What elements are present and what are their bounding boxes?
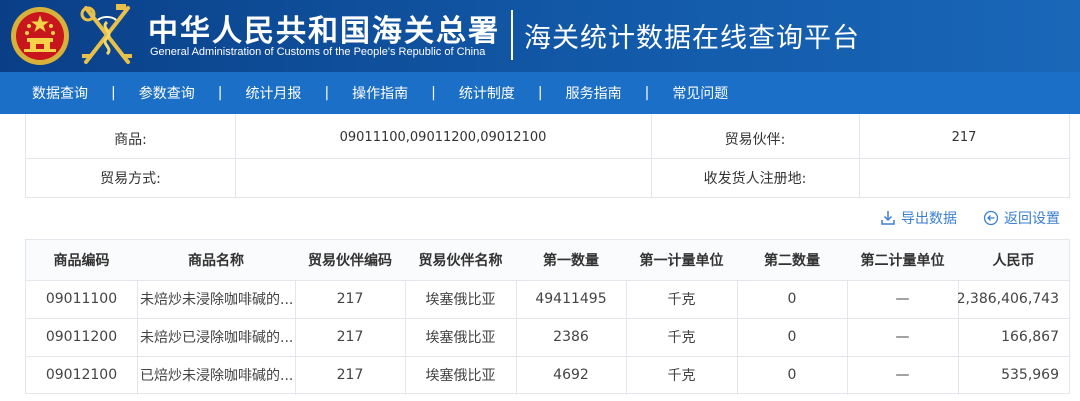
back-arrow-circle-icon <box>983 210 999 226</box>
cell-partner-code: 217 <box>336 291 364 307</box>
cell-partner-code: 217 <box>336 367 364 383</box>
cell-first-quantity: 2386 <box>553 329 589 345</box>
column-header-first-unit[interactable]: 第一计量单位 <box>626 240 737 280</box>
nav-separator: | <box>644 85 650 101</box>
cell-first-quantity: 4692 <box>553 367 589 383</box>
cell-rmb: 535,969 <box>1001 367 1059 383</box>
cell-commodity-code: 09012100 <box>45 367 118 383</box>
cell-second-quantity: 0 <box>787 367 797 383</box>
cell-rmb: 166,867 <box>1001 329 1059 345</box>
nav-separator: | <box>537 85 543 101</box>
nav-item-monthly-report[interactable]: 统计月报 <box>245 83 301 103</box>
platform-title: 海关统计数据在线查询平台 <box>524 23 860 54</box>
partner-value: 217 <box>951 129 977 145</box>
cell-commodity-name: 未焙炒已浸除咖啡碱的... <box>140 330 294 346</box>
partner-label: 贸易伙伴: <box>724 132 786 148</box>
cell-first-unit: 千克 <box>667 368 696 384</box>
export-data-button[interactable]: 导出数据 <box>880 208 957 228</box>
column-header-commodity-name[interactable]: 商品名称 <box>137 240 295 280</box>
cell-first-unit: 千克 <box>667 330 696 346</box>
cell-partner-name: 埃塞俄比亚 <box>425 368 496 384</box>
site-header: 中华人民共和国海关总署 General Administration of Cu… <box>0 0 1080 72</box>
nav-item-user-guide[interactable]: 操作指南 <box>352 83 408 103</box>
column-header-second-quantity[interactable]: 第二数量 <box>737 240 847 280</box>
site-title-english: General Administration of Customs of the… <box>150 46 486 58</box>
main-nav: 数据查询 | 参数查询 | 统计月报 | 操作指南 | 统计制度 | 服务指南 … <box>0 72 1080 114</box>
cell-second-quantity: 0 <box>787 329 797 345</box>
cell-partner-name: 埃塞俄比亚 <box>425 292 496 308</box>
nav-separator: | <box>217 85 223 101</box>
site-title-chinese: 中华人民共和国海关总署 <box>148 14 500 49</box>
nav-item-service-guide[interactable]: 服务指南 <box>566 83 622 103</box>
trade-mode-value <box>235 167 651 189</box>
national-emblem-icon <box>11 7 69 65</box>
cell-second-unit: — <box>895 367 910 383</box>
back-to-settings-button[interactable]: 返回设置 <box>983 208 1060 228</box>
customs-key-caduceus-icon <box>80 4 132 64</box>
commodity-label: 商品: <box>114 132 147 148</box>
cell-commodity-name: 已焙炒未浸除咖啡碱的... <box>140 368 294 384</box>
cell-first-unit: 千克 <box>667 292 696 308</box>
export-data-label: 导出数据 <box>901 211 957 227</box>
column-header-rmb[interactable]: 人民币 <box>958 240 1069 280</box>
cell-commodity-code: 09011200 <box>45 329 118 345</box>
nav-item-statistics-system[interactable]: 统计制度 <box>459 83 515 103</box>
trade-mode-label: 贸易方式: <box>100 171 161 187</box>
cell-commodity-name: 未焙炒未浸除咖啡碱的... <box>140 292 294 308</box>
cell-partner-name: 埃塞俄比亚 <box>425 330 496 346</box>
cell-rmb: 2,386,406,743 <box>958 291 1059 307</box>
column-header-partner-name[interactable]: 贸易伙伴名称 <box>405 240 516 280</box>
cell-second-unit: — <box>895 329 910 345</box>
commodity-value: 09011100,09011200,09012100 <box>339 129 547 145</box>
cell-first-quantity: 49411495 <box>535 291 607 307</box>
nav-item-data-query[interactable]: 数据查询 <box>32 83 88 103</box>
column-header-partner-code[interactable]: 贸易伙伴编码 <box>295 240 405 280</box>
nav-separator: | <box>324 85 330 101</box>
consignee-location-label: 收发货人注册地: <box>703 171 807 187</box>
column-header-commodity-code[interactable]: 商品编码 <box>26 240 137 280</box>
cell-commodity-code: 09011100 <box>45 291 118 307</box>
cell-partner-code: 217 <box>336 329 364 345</box>
nav-item-faq[interactable]: 常见问题 <box>672 83 728 103</box>
nav-item-parameter-query[interactable]: 参数查询 <box>139 83 195 103</box>
results-table: 商品编码 商品名称 贸易伙伴编码 贸易伙伴名称 第一数量 第一计量单位 第二数量… <box>25 239 1070 395</box>
column-header-second-unit[interactable]: 第二计量单位 <box>847 240 958 280</box>
query-parameters-panel: 商品: 09011100,09011200,09012100 贸易伙伴: 217… <box>25 114 1070 198</box>
cell-second-quantity: 0 <box>787 291 797 307</box>
header-divider <box>511 10 513 60</box>
cell-second-unit: — <box>895 291 910 307</box>
consignee-location-value <box>859 167 1069 189</box>
nav-separator: | <box>431 85 436 101</box>
column-header-first-quantity[interactable]: 第一数量 <box>516 240 626 280</box>
download-icon <box>881 211 895 225</box>
nav-separator: | <box>111 85 116 101</box>
back-to-settings-label: 返回设置 <box>1004 211 1060 227</box>
